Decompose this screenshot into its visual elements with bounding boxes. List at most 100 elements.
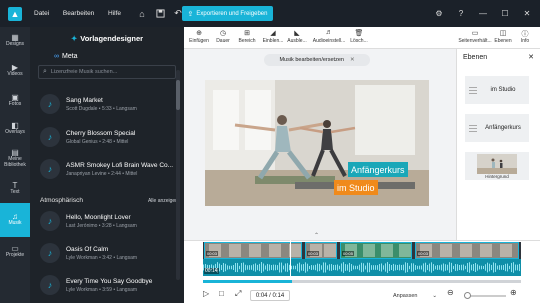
menu-edit[interactable]: Bearbeiten	[63, 10, 94, 17]
home-icon[interactable]: ⌂	[135, 7, 149, 21]
nav-music[interactable]: ♫ Musik	[0, 203, 30, 237]
layers-panel: Ebenen ✕ im Studio Anfängerkurs Hintergr…	[456, 49, 540, 240]
music-note-icon: ♪	[40, 211, 60, 231]
fade-out-button[interactable]: ◣ Ausble...	[282, 29, 312, 44]
nav-library[interactable]: ▤ Meine Bibliothek	[0, 143, 30, 175]
audio-settings-icon: ♬	[325, 29, 333, 36]
close-icon[interactable]: ✕	[520, 6, 534, 20]
list-item[interactable]: ♪ Oasis Of Calm Lyle Workman • 3:42 • Lan…	[40, 240, 180, 266]
video-clip[interactable]: 00:03	[204, 242, 302, 259]
text-icon: T	[12, 180, 18, 190]
zoom-slider[interactable]	[464, 292, 506, 299]
timeline-progress	[203, 280, 293, 283]
fit-dropdown[interactable]: Anpassen ⌄	[391, 290, 439, 301]
audio-track[interactable]: 00:14	[203, 259, 521, 276]
search-input[interactable]	[50, 69, 161, 75]
layer-item-background[interactable]: Hintergrund	[465, 152, 529, 180]
time-display: 0:04 / 0:14	[250, 290, 290, 301]
minimize-icon[interactable]: —	[476, 6, 490, 20]
nav-videos[interactable]: ▶ Videos	[0, 55, 30, 87]
nav-designs[interactable]: ▦ Designs	[0, 27, 30, 55]
video-clip[interactable]: 00:03	[305, 242, 337, 259]
maximize-icon[interactable]: ☐	[498, 6, 512, 20]
chevron-up-icon[interactable]: ⌃	[314, 232, 319, 239]
music-icon: ♫	[12, 211, 18, 221]
edit-music-chip[interactable]: Musik bearbeiten/ersetzen ✕	[264, 54, 370, 66]
search-icon: ⌕	[43, 68, 47, 75]
list-item[interactable]: ♪ Sang Market Scott Dugdale • 5:33 • Lang…	[40, 91, 180, 117]
drag-handle-icon[interactable]	[469, 124, 477, 132]
layer-item[interactable]: im Studio	[465, 76, 529, 104]
delete-button[interactable]: 🗑 Lösch...	[344, 29, 374, 44]
caption-title[interactable]: Anfängerkurs	[348, 162, 408, 177]
menu-file[interactable]: Datei	[34, 10, 49, 17]
background-thumbnail	[477, 154, 517, 174]
music-source: ∞ Meta	[54, 52, 78, 60]
edit-toolbar: ⊕ Einfügen ◷ Dauer ⊞ Bereich ◢ Einblen... ◣ A…	[184, 27, 540, 49]
see-all-link[interactable]: Alle anzeigen	[148, 198, 178, 204]
list-item[interactable]: ♪ Every Time You Say Goodbye Lyle Workman…	[40, 272, 180, 298]
info-icon: ⓘ	[521, 31, 529, 38]
music-note-icon: ♪	[40, 275, 60, 295]
video-clip[interactable]: 00:05	[340, 242, 412, 259]
aspect-ratio-icon: ▭	[471, 30, 479, 37]
close-icon[interactable]: ✕	[350, 57, 355, 63]
layers-icon: ◫	[499, 30, 507, 37]
zoom-slider-knob[interactable]	[464, 292, 471, 299]
nav-photos[interactable]: ▣ Fotos	[0, 87, 30, 115]
settings-icon[interactable]: ⚙	[432, 6, 446, 20]
stop-icon[interactable]: □	[219, 289, 224, 298]
aspect-ratio-button[interactable]: ▭ Seitenverhält...	[458, 29, 492, 44]
close-icon[interactable]: ✕	[528, 53, 534, 61]
menu-help[interactable]: Hilfe	[108, 10, 121, 17]
overlay-icon: ◧	[11, 120, 19, 130]
nav-projects[interactable]: ▭ Projekte	[0, 237, 30, 267]
nav-text[interactable]: T Text	[0, 175, 30, 203]
layers-button[interactable]: ◫ Ebenen	[492, 29, 514, 44]
menu-bar: Datei Bearbeiten Hilfe	[22, 10, 121, 17]
zoom-in-icon[interactable]: ⊕	[510, 288, 517, 297]
designer-icon: ✦	[70, 33, 78, 43]
photo-icon: ▣	[11, 92, 19, 102]
export-button[interactable]: ⇪ Exportieren und Freigeben	[182, 6, 273, 21]
audio-settings-button[interactable]: ♬ Audioeinstell...	[310, 29, 348, 44]
music-search[interactable]: ⌕	[38, 65, 176, 79]
layers-title: Ebenen	[463, 53, 488, 61]
music-note-icon: ♪	[40, 94, 60, 114]
caption-subtitle[interactable]: im Studio	[334, 180, 378, 195]
list-item[interactable]: ♪ Hello, Moonlight Lover Last Jerónimo • …	[40, 208, 180, 234]
scroll-thumb[interactable]	[176, 80, 180, 110]
nav-overlays[interactable]: ◧ Overlays	[0, 115, 30, 143]
list-item[interactable]: ♪ ASMR Smokey Lofi Brain Wave Co... Janap…	[40, 156, 180, 182]
audio-waveform	[203, 262, 520, 273]
fullscreen-icon[interactable]: ⤢	[235, 289, 241, 299]
drag-handle-icon[interactable]	[469, 86, 477, 94]
projects-icon: ▭	[11, 243, 19, 253]
video-track: 00:03 00:03 00:05 00:03	[203, 242, 521, 259]
title-bar: ▲ Datei Bearbeiten Hilfe ⌂ ↶ ↷ ⇪ Exporti…	[0, 0, 540, 27]
meta-logo-icon: ∞	[54, 52, 59, 60]
list-item[interactable]: ♪ Cherry Blossom Special Global Genius • …	[40, 124, 180, 150]
library-icon: ▤	[11, 147, 19, 157]
app-window: ▲ Datei Bearbeiten Hilfe ⌂ ↶ ↷ ⇪ Exporti…	[0, 0, 540, 303]
app-logo: ▲	[8, 6, 22, 21]
designs-icon: ▦	[11, 32, 19, 42]
export-label: Exportieren und Freigeben	[196, 10, 268, 17]
yoga-scene	[205, 80, 429, 206]
info-button[interactable]: ⓘ Info	[514, 29, 536, 44]
fade-out-icon: ◣	[294, 30, 300, 37]
help-icon[interactable]: ?	[454, 6, 468, 20]
panel-title: ✦ Vorlagendesigner	[70, 33, 144, 43]
video-clip[interactable]: 00:03	[415, 242, 519, 259]
music-note-icon: ♪	[40, 127, 60, 147]
layer-item[interactable]: Anfängerkurs	[465, 114, 529, 142]
zoom-out-icon[interactable]: ⊖	[447, 288, 454, 297]
video-preview[interactable]	[205, 80, 429, 206]
music-note-icon: ♪	[40, 243, 60, 263]
trash-icon: 🗑	[354, 30, 364, 37]
panel-scrollbar[interactable]	[176, 70, 180, 280]
save-icon[interactable]	[153, 7, 167, 21]
timeline-scrollbar[interactable]	[203, 280, 521, 283]
upload-icon: ⇪	[187, 10, 194, 18]
play-icon[interactable]: ▷	[203, 289, 209, 298]
